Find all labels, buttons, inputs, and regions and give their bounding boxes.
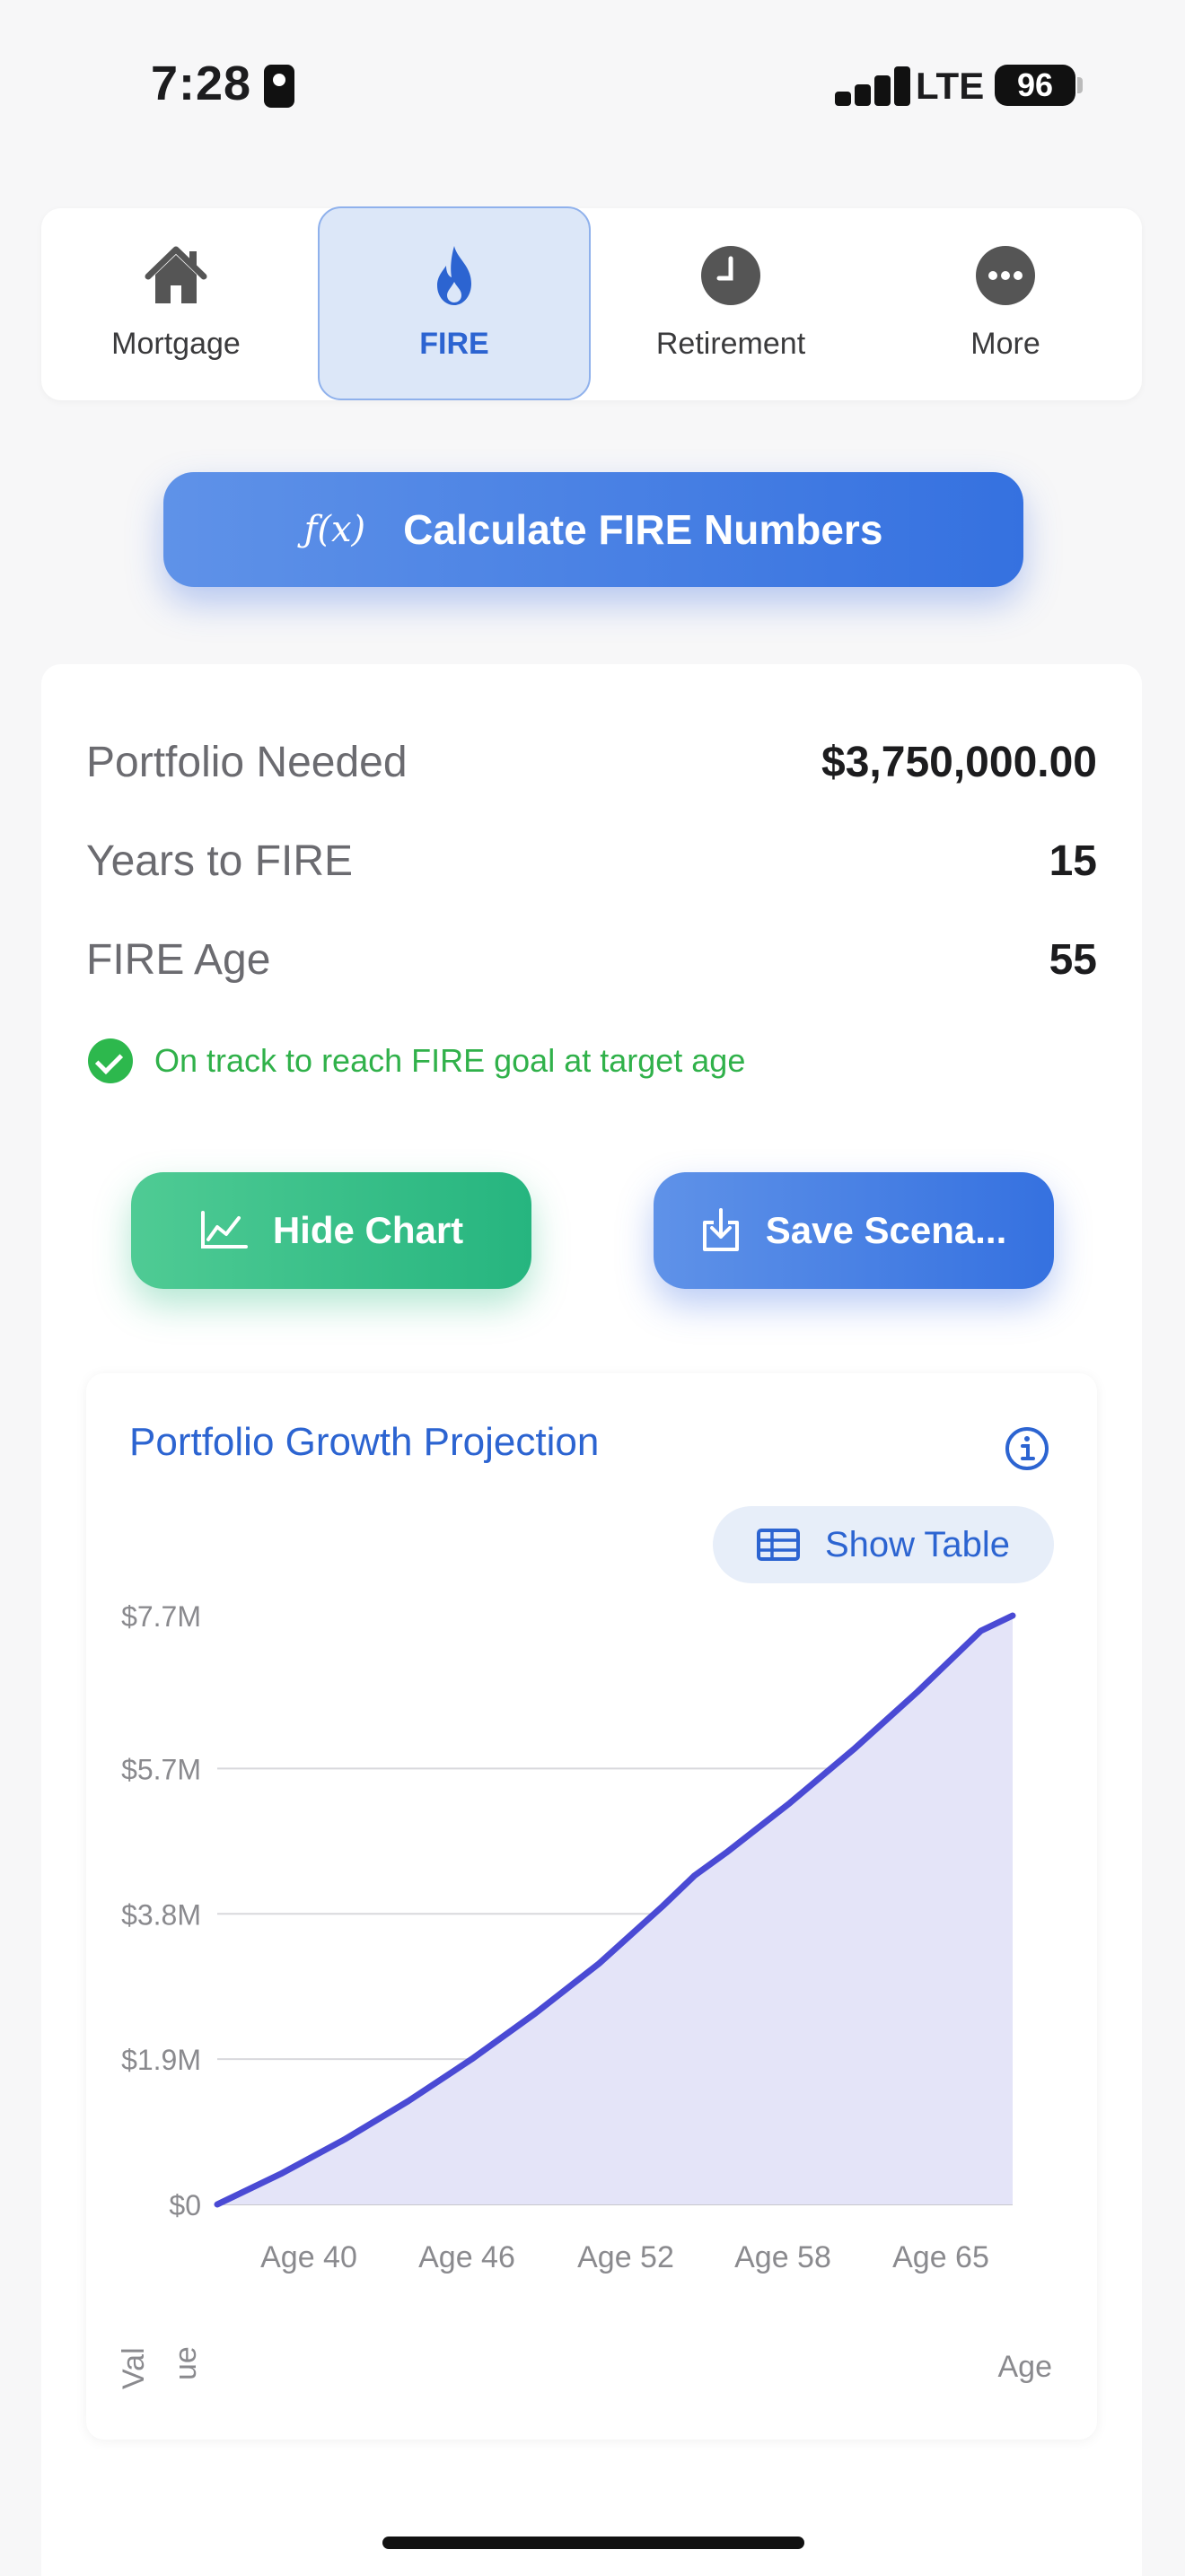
tab-more[interactable]: More <box>871 208 1140 400</box>
save-scenario-label: Save Scena... <box>765 1209 1007 1251</box>
save-scenario-button[interactable]: Save Scena... <box>654 1172 1054 1289</box>
fire-age-label: FIRE Age <box>86 936 271 984</box>
x-tick-label: Age 52 <box>577 2240 674 2274</box>
results-card: Portfolio Needed $3,750,000.00 Years to … <box>41 664 1142 2576</box>
portfolio-needed-label: Portfolio Needed <box>86 739 408 786</box>
focus-mode-icon <box>264 65 294 108</box>
fire-age-row: FIRE Age 55 <box>86 935 1097 989</box>
house-icon <box>143 242 209 309</box>
tab-retirement[interactable]: Retirement <box>596 208 865 400</box>
tab-bar: Mortgage FIRE Retirement More <box>41 206 1142 400</box>
y-tick-label: $7.7M <box>121 1600 201 1633</box>
flame-icon <box>421 242 487 309</box>
y-axis-title: ue <box>169 2346 203 2380</box>
x-tick-label: Age 46 <box>418 2240 515 2274</box>
tab-label: FIRE <box>419 327 489 361</box>
portfolio-chart: $0 $1.9M $3.8M $5.7M $7.7M Age 40 Age 46 Age 52… <box>117 1600 1053 2389</box>
network-label: LTE <box>916 65 985 107</box>
signal-icon <box>835 65 910 106</box>
hide-chart-button[interactable]: Hide Chart <box>131 1172 531 1289</box>
y-axis-title: Val <box>117 2347 151 2389</box>
more-icon <box>972 242 1039 309</box>
battery-icon: 96 <box>995 65 1075 106</box>
battery-tip <box>1077 77 1083 93</box>
status-bar: 7:28 LTE 96 <box>0 0 1185 162</box>
chart-card: Portfolio Growth Projection Show Table $… <box>86 1373 1097 2440</box>
calculate-fire-button[interactable]: ƒ(x) Calculate FIRE Numbers <box>163 472 1023 587</box>
home-indicator <box>382 2537 804 2549</box>
tab-label: Mortgage <box>111 327 241 361</box>
status-text: On track to reach FIRE goal at target ag… <box>154 1042 746 1079</box>
tab-label: More <box>970 327 1040 361</box>
tab-label: Retirement <box>655 327 806 361</box>
status-message: On track to reach FIRE goal at target ag… <box>88 1038 745 1084</box>
y-tick-label: $5.7M <box>121 1753 201 1785</box>
tab-fire[interactable]: FIRE <box>318 206 591 400</box>
years-to-fire-row: Years to FIRE 15 <box>86 837 1097 890</box>
x-axis-title: Age <box>998 2350 1053 2384</box>
tab-mortgage[interactable]: Mortgage <box>41 208 311 400</box>
x-tick-label: Age 58 <box>734 2240 831 2274</box>
function-icon: ƒ(x) <box>303 509 366 550</box>
years-to-fire-label: Years to FIRE <box>86 837 354 885</box>
hide-chart-label: Hide Chart <box>272 1209 464 1251</box>
x-tick-label: Age 40 <box>260 2240 357 2274</box>
x-tick-label: Age 65 <box>892 2240 989 2274</box>
status-time: 7:28 <box>151 57 252 110</box>
years-to-fire-value: 15 <box>1049 837 1097 885</box>
portfolio-needed-row: Portfolio Needed $3,750,000.00 <box>86 738 1097 792</box>
area-fill <box>217 1616 1013 2204</box>
download-icon <box>702 1208 739 1251</box>
y-tick-label: $3.8M <box>121 1898 201 1931</box>
fire-age-value: 55 <box>1049 936 1097 984</box>
chart-icon <box>200 1211 248 1249</box>
checkmark-icon <box>88 1038 133 1083</box>
y-tick-label: $0 <box>169 2189 201 2221</box>
y-tick-label: $1.9M <box>121 2044 201 2076</box>
portfolio-needed-value: $3,750,000.00 <box>821 739 1097 786</box>
calculate-label: Calculate FIRE Numbers <box>403 506 883 553</box>
clock-icon <box>698 242 764 309</box>
